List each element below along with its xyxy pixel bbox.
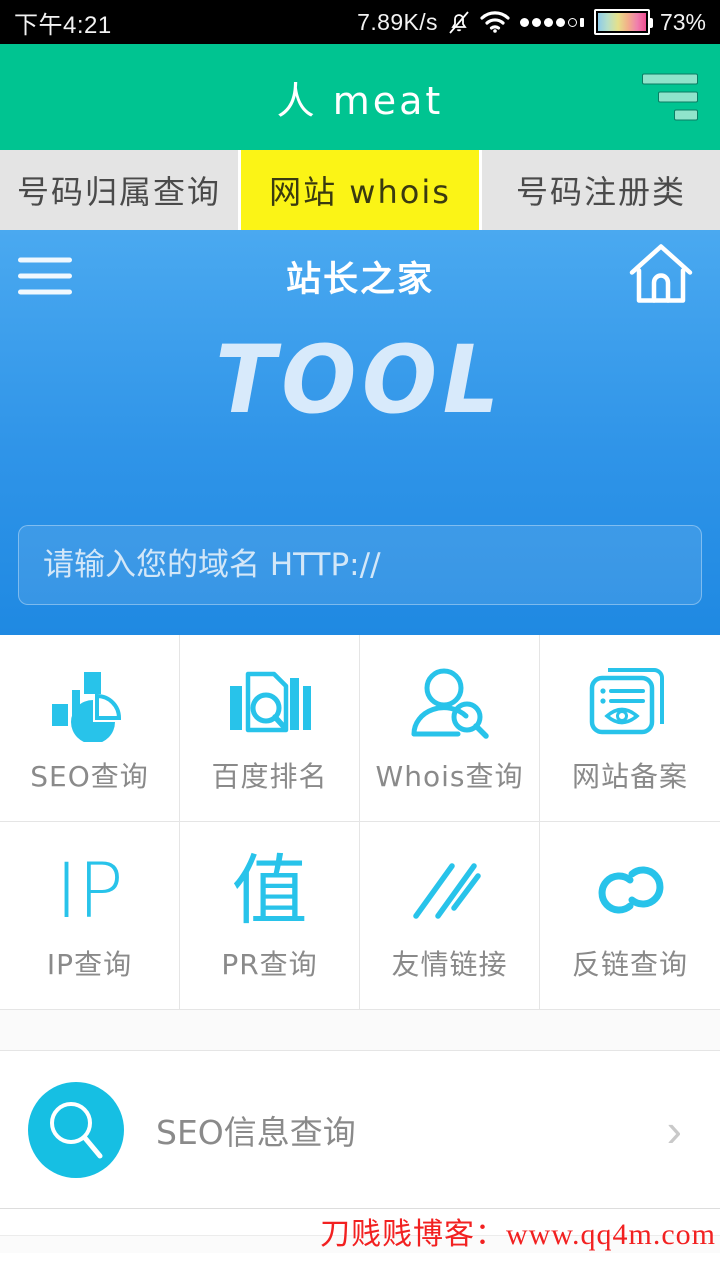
list-item-seo-info[interactable]: SEO信息查询 › bbox=[0, 1051, 720, 1209]
grid-item-label: 反链查询 bbox=[572, 943, 688, 983]
ip-text-icon: IP bbox=[55, 849, 123, 933]
magnifier-badge-icon bbox=[28, 1082, 124, 1178]
ip-glyph: IP bbox=[55, 853, 123, 929]
domain-search-input[interactable] bbox=[18, 525, 702, 605]
document-search-bars-icon bbox=[228, 661, 312, 745]
tab-website-whois[interactable]: 网站 whois bbox=[241, 150, 482, 230]
tool-logo: TOOL bbox=[22, 334, 699, 428]
list-item-label: SEO信息查询 bbox=[156, 1106, 667, 1154]
grid-item-label: Whois查询 bbox=[376, 755, 524, 795]
grid-item-website-filing[interactable]: 网站备案 bbox=[540, 635, 720, 822]
app-title: 人 meat bbox=[277, 70, 444, 125]
grid-item-pr-query[interactable]: 值 PR查询 bbox=[180, 822, 360, 1009]
diagonal-slashes-icon bbox=[408, 849, 492, 933]
grid-item-whois-query[interactable]: Whois查询 bbox=[360, 635, 540, 822]
grid-item-label: 网站备案 bbox=[572, 755, 688, 795]
hero-hamburger-menu-icon[interactable] bbox=[18, 258, 72, 295]
tab-phone-lookup[interactable]: 号码归属查询 bbox=[0, 150, 241, 230]
hero-toolbar: 站长之家 bbox=[0, 230, 720, 322]
grid-item-seo-query[interactable]: SEO查询 bbox=[0, 635, 180, 822]
bell-off-icon bbox=[448, 9, 470, 35]
search-field-wrapper bbox=[18, 525, 702, 605]
status-clock: 下午4:21 bbox=[14, 5, 112, 40]
grid-item-ip-query[interactable]: IP IP查询 bbox=[0, 822, 180, 1009]
wifi-icon bbox=[480, 10, 510, 34]
grid-item-label: 友情链接 bbox=[391, 943, 507, 983]
app-bar: 人 meat bbox=[0, 44, 720, 150]
chain-link-icon bbox=[588, 849, 672, 933]
grid-item-label: IP查询 bbox=[47, 943, 132, 983]
grid-item-label: 百度排名 bbox=[211, 755, 327, 795]
grid-item-friendly-links[interactable]: 友情链接 bbox=[360, 822, 540, 1009]
grid-item-backlink-query[interactable]: 反链查询 bbox=[540, 822, 720, 1009]
person-search-icon bbox=[408, 661, 492, 745]
seo-chart-icon bbox=[48, 661, 132, 745]
hero-title: 站长之家 bbox=[286, 251, 434, 302]
section-separator bbox=[0, 1010, 720, 1051]
home-icon[interactable] bbox=[626, 241, 696, 312]
watermark-area: 刀贱贱博客：www.qq4m.com bbox=[0, 1209, 720, 1253]
battery-icon bbox=[594, 9, 650, 35]
tab-phone-register[interactable]: 号码注册类 bbox=[482, 150, 720, 230]
network-speed-label: 7.89K/s bbox=[357, 9, 438, 36]
hamburger-menu-icon[interactable] bbox=[642, 74, 698, 121]
battery-percent-label: 73% bbox=[660, 9, 706, 36]
status-indicators: 7.89K/s 73% bbox=[357, 9, 706, 36]
grid-item-label: PR查询 bbox=[221, 943, 317, 983]
chevron-right-icon: › bbox=[667, 1107, 682, 1153]
tool-grid: SEO查询 百度排名 Whois查询 bbox=[0, 635, 720, 1010]
value-glyph: 值 bbox=[232, 853, 308, 929]
card-list-eye-icon bbox=[588, 661, 672, 745]
watermark-text: 刀贱贱博客：www.qq4m.com bbox=[320, 1209, 716, 1253]
grid-item-baidu-ranking[interactable]: 百度排名 bbox=[180, 635, 360, 822]
grid-item-label: SEO查询 bbox=[30, 755, 149, 795]
value-text-icon: 值 bbox=[232, 849, 308, 933]
hero-section: 站长之家 TOOL bbox=[0, 230, 720, 635]
signal-dots-icon bbox=[520, 18, 584, 27]
status-bar: 下午4:21 7.89K/s 73% bbox=[0, 0, 720, 44]
tab-strip: 号码归属查询 网站 whois 号码注册类 bbox=[0, 150, 720, 230]
